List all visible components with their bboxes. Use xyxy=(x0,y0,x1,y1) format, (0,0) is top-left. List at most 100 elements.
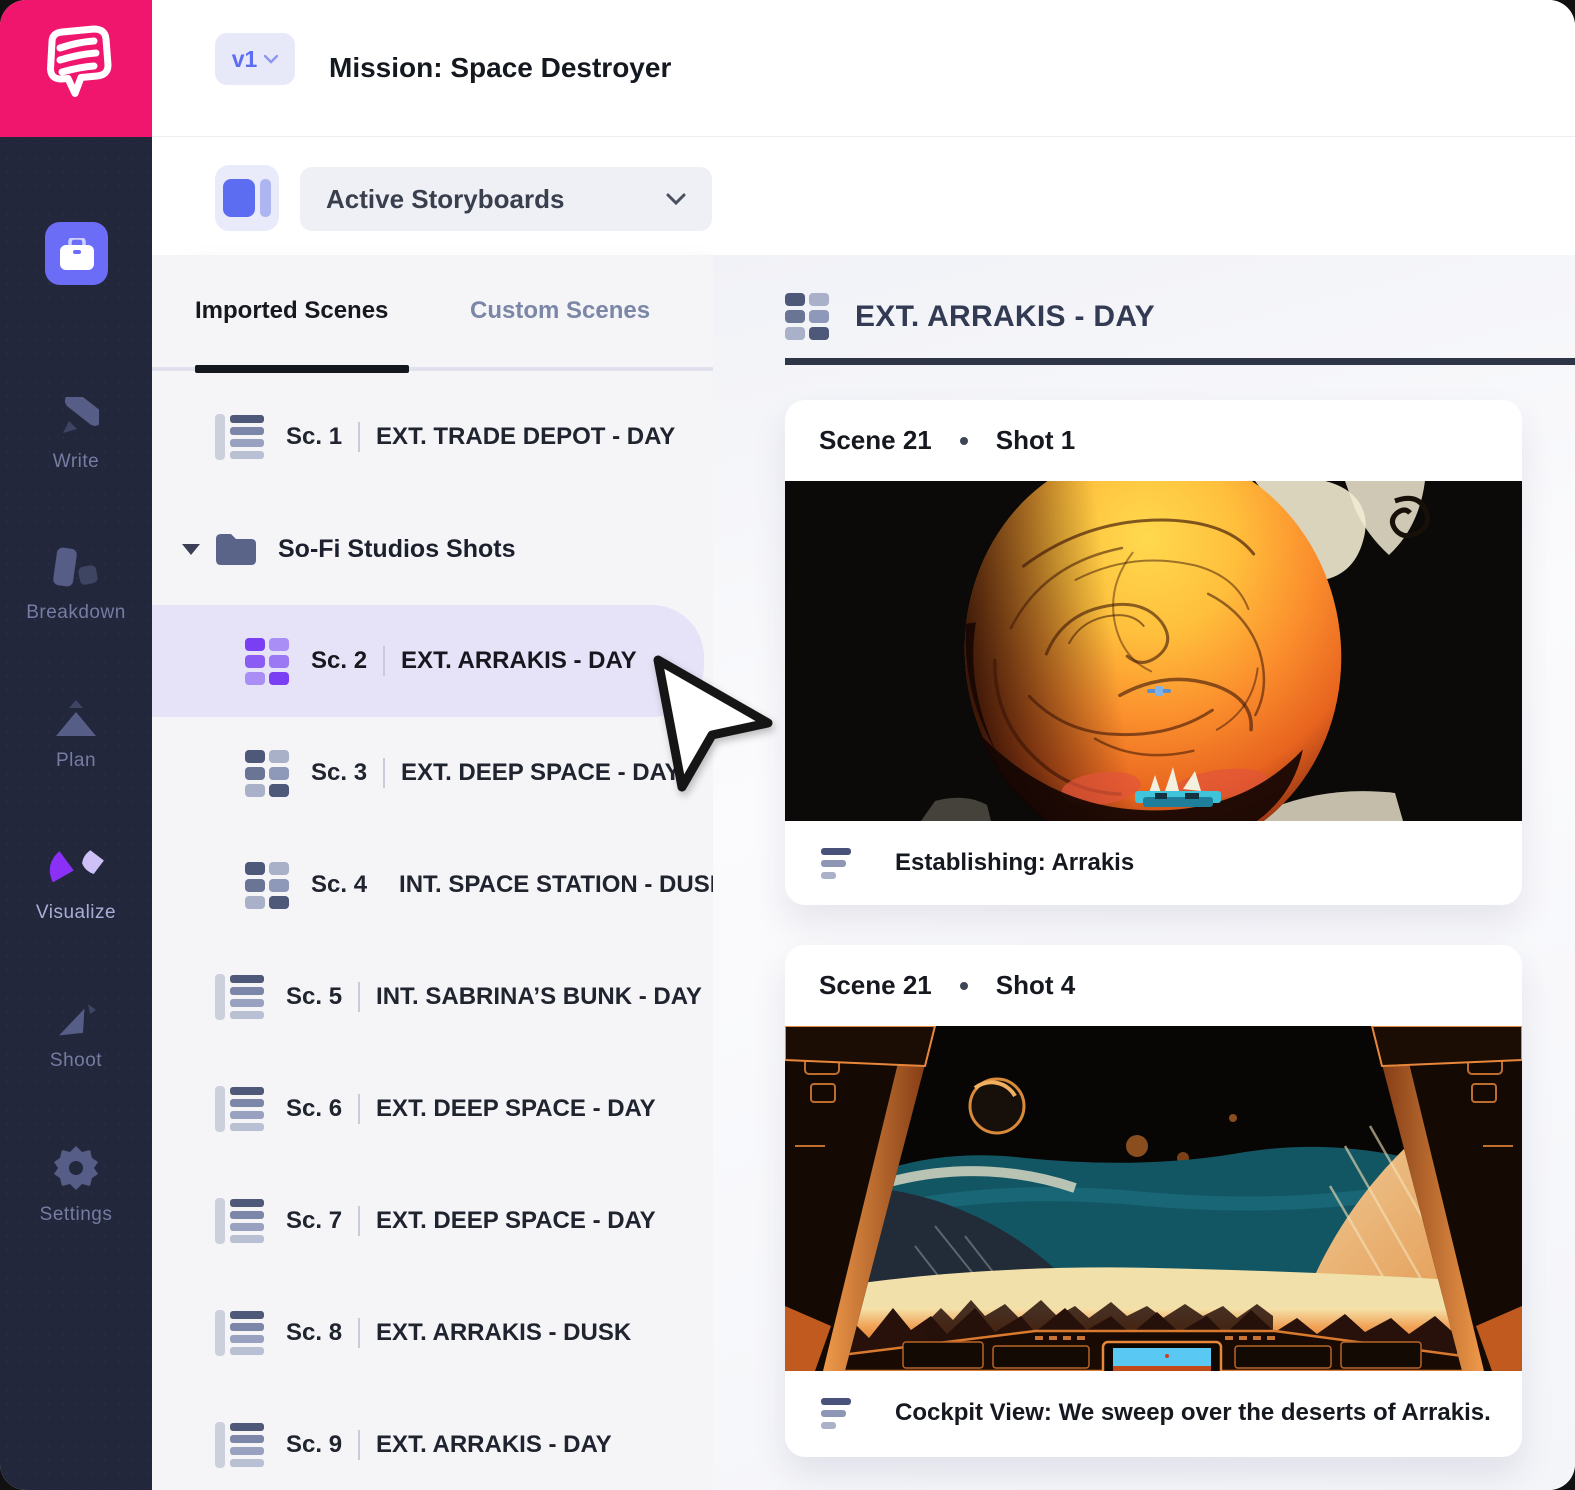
briefcase-icon xyxy=(60,238,94,270)
divider xyxy=(358,1206,360,1236)
sidebar-item-visualize[interactable]: Visualize xyxy=(0,810,152,960)
version-label: v1 xyxy=(232,46,258,73)
sidebar-item-settings[interactable]: Settings xyxy=(0,1110,152,1260)
scene-row-sc5[interactable]: Sc. 5 INT. SABRINA’S BUNK - DAY xyxy=(152,941,713,1053)
shot-card-header: Scene 21 Shot 1 xyxy=(785,400,1522,481)
scene-name: EXT. ARRAKIS - DAY xyxy=(376,1431,612,1459)
description-lines-icon xyxy=(821,848,855,879)
script-icon xyxy=(215,1422,264,1468)
script-icon xyxy=(215,414,264,460)
scene-row-sc7[interactable]: Sc. 7 EXT. DEEP SPACE - DAY xyxy=(152,1165,713,1277)
chevron-down-icon xyxy=(264,55,278,64)
sidebar-item-label: Shoot xyxy=(50,1050,102,1072)
sidebar-item-label: Visualize xyxy=(36,902,116,924)
scene-name: EXT. DEEP SPACE - DAY xyxy=(401,759,681,787)
shot-card-2[interactable]: Scene 21 Shot 4 xyxy=(785,945,1522,1457)
section-header: EXT. ARRAKIS - DAY xyxy=(785,293,1155,340)
sidebar-item-label: Breakdown xyxy=(26,602,126,624)
sidebar-item-projects[interactable] xyxy=(45,222,108,285)
sidebar-item-breakdown[interactable]: Breakdown xyxy=(0,510,152,660)
scene-number: Sc. 1 xyxy=(286,423,342,451)
scene-name: INT. SABRINA’S BUNK - DAY xyxy=(376,983,702,1011)
storyboards-select[interactable]: Active Storyboards xyxy=(300,167,712,231)
sidebar-item-label: Write xyxy=(53,451,99,473)
header: v1 Mission: Space Destroyer xyxy=(152,0,1575,137)
section-title: EXT. ARRAKIS - DAY xyxy=(855,300,1155,334)
dot-separator xyxy=(960,982,968,990)
tab-custom-scenes[interactable]: Custom Scenes xyxy=(470,297,650,325)
script-icon xyxy=(215,1198,264,1244)
board-panel-icon xyxy=(223,179,255,217)
scene-name: EXT. ARRAKIS - DUSK xyxy=(376,1319,631,1347)
shot-label: Shot 1 xyxy=(996,425,1075,456)
sidebar-item-write[interactable]: Write xyxy=(0,360,152,510)
sidebar-item-label: Settings xyxy=(40,1204,113,1226)
scene-list: Sc. 1 EXT. TRADE DEPOT - DAY So-Fi Studi… xyxy=(152,381,713,1490)
scene-number: Sc. 7 xyxy=(286,1207,342,1235)
scene-row-sc8[interactable]: Sc. 8 EXT. ARRAKIS - DUSK xyxy=(152,1277,713,1389)
sidebar-item-label: Plan xyxy=(56,750,96,772)
gear-icon xyxy=(52,1144,100,1192)
section-rule xyxy=(785,358,1575,365)
chevron-down-icon xyxy=(666,193,686,205)
storyboard-grid-icon xyxy=(245,862,289,909)
scene-row-sc4[interactable]: Sc. 4 INT. SPACE STATION - DUSK xyxy=(152,829,713,941)
pen-icon xyxy=(53,397,99,439)
scenes-tabs: Imported Scenes Custom Scenes xyxy=(152,255,713,369)
sidebar: Write Breakdown Plan xyxy=(0,137,152,1490)
divider xyxy=(358,1094,360,1124)
folder-icon xyxy=(214,531,258,567)
scene-number: Sc. 2 xyxy=(311,647,367,675)
scene-row-sc9[interactable]: Sc. 9 EXT. ARRAKIS - DAY xyxy=(152,1389,713,1490)
scene-number: Sc. 9 xyxy=(286,1431,342,1459)
shot-caption: Establishing: Arrakis xyxy=(895,849,1134,877)
tab-imported-scenes[interactable]: Imported Scenes xyxy=(195,297,388,325)
folder-name: So-Fi Studios Shots xyxy=(278,535,516,564)
scene-row-sc3[interactable]: Sc. 3 EXT. DEEP SPACE - DAY xyxy=(152,717,713,829)
scene-label: Scene 21 xyxy=(819,970,932,1001)
scene-row-sc2-selected[interactable]: Sc. 2 EXT. ARRAKIS - DAY xyxy=(152,605,704,717)
active-tab-indicator xyxy=(195,365,409,373)
scene-number: Sc. 6 xyxy=(286,1095,342,1123)
shot-caption-row: Cockpit View: We sweep over the deserts … xyxy=(785,1371,1522,1455)
scene-row-sc6[interactable]: Sc. 6 EXT. DEEP SPACE - DAY xyxy=(152,1053,713,1165)
shot-card-1[interactable]: Scene 21 Shot 1 xyxy=(785,400,1522,905)
shot-image-cockpit-desert xyxy=(785,1026,1522,1371)
mountain-icon xyxy=(52,698,100,738)
scenes-panel: Imported Scenes Custom Scenes Sc. 1 EXT.… xyxy=(152,255,713,1490)
script-icon xyxy=(215,974,264,1020)
storyboard-grid-icon xyxy=(245,638,289,685)
shoot-icon xyxy=(52,998,100,1038)
description-lines-icon xyxy=(821,1398,855,1429)
breakdown-icon xyxy=(51,546,101,590)
brand-logo-block[interactable] xyxy=(0,0,152,137)
visualize-icon xyxy=(48,846,104,890)
shot-label: Shot 4 xyxy=(996,970,1075,1001)
folder-row-sofi-studios[interactable]: So-Fi Studios Shots xyxy=(152,493,713,605)
board-rail-icon xyxy=(260,179,271,217)
main-content: EXT. ARRAKIS - DAY Scene 21 Shot 1 xyxy=(713,255,1575,1490)
sidebar-item-shoot[interactable]: Shoot xyxy=(0,960,152,1110)
version-dropdown[interactable]: v1 xyxy=(215,33,295,85)
scene-row-sc1[interactable]: Sc. 1 EXT. TRADE DEPOT - DAY xyxy=(152,381,713,493)
divider xyxy=(358,1318,360,1348)
scene-name: EXT. DEEP SPACE - DAY xyxy=(376,1207,656,1235)
app-window: Write Breakdown Plan xyxy=(0,0,1575,1490)
divider xyxy=(383,646,385,676)
sidebar-item-plan[interactable]: Plan xyxy=(0,660,152,810)
scene-number: Sc. 4 xyxy=(311,871,367,899)
scene-name: EXT. TRADE DEPOT - DAY xyxy=(376,423,675,451)
shot-image-arrakis-planet xyxy=(785,481,1522,821)
scene-name: INT. SPACE STATION - DUSK xyxy=(399,871,727,899)
storyboard-view-toggle[interactable] xyxy=(215,165,279,231)
scene-number: Sc. 5 xyxy=(286,983,342,1011)
scene-number: Sc. 3 xyxy=(311,759,367,787)
scene-name: EXT. DEEP SPACE - DAY xyxy=(376,1095,656,1123)
project-title: Mission: Space Destroyer xyxy=(329,52,671,84)
caret-down-icon[interactable] xyxy=(182,544,200,555)
scene-label: Scene 21 xyxy=(819,425,932,456)
storyboards-select-value: Active Storyboards xyxy=(326,184,666,215)
shot-caption: Cockpit View: We sweep over the deserts … xyxy=(895,1399,1491,1427)
divider xyxy=(358,422,360,452)
section-grid-icon xyxy=(785,293,829,340)
